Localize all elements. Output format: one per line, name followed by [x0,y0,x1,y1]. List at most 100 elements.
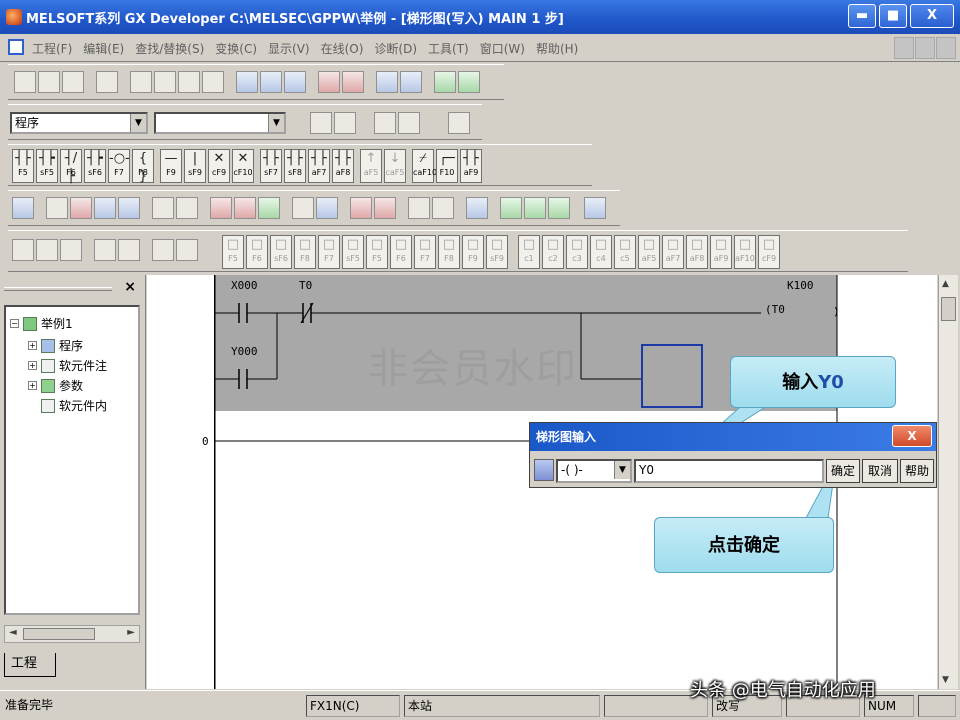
parameter-check-icon[interactable] [434,71,456,93]
program-check-icon[interactable] [458,71,480,93]
scroll-down-icon[interactable]: ▼ [942,675,949,685]
sfc-key-button-f9[interactable]: □ F9 [462,235,484,269]
convert-online-icon[interactable] [258,197,280,219]
sfc-step-icon[interactable] [500,197,522,219]
ladder-mode-icon[interactable] [12,197,34,219]
menu-tools[interactable]: 工具(T) [428,40,469,57]
fkey-button-af8[interactable]: ┤├ aF8 [332,149,354,183]
fkey-button-f6[interactable]: ┤/├ F6 [60,149,82,184]
sfc-key-button-f8[interactable]: □ F8 [294,235,316,269]
sfc-key-button-sf9[interactable]: □ sF9 [486,235,508,269]
fkey-button-sf6[interactable]: ┤┝ sF6 [84,149,106,183]
alias-display-icon[interactable] [176,197,198,219]
scroll-thumb[interactable] [23,628,95,640]
sfc-layout-icon[interactable] [152,239,174,261]
mdi-close-button[interactable] [936,37,956,59]
monitor-write-icon[interactable] [400,71,422,93]
sfc-key-button-af7[interactable]: □ aF7 [662,235,684,269]
mdi-minimize-button[interactable] [894,37,914,59]
sfc-key-button-c1[interactable]: □ c1 [518,235,540,269]
menu-edit[interactable]: 编辑(E) [83,40,124,57]
fkey-button-f9[interactable]: — F9 [160,149,182,183]
sfc-key-button-c3[interactable]: □ c3 [566,235,588,269]
sfc-key-button-c4[interactable]: □ c4 [590,235,612,269]
convert-all-icon[interactable] [234,197,256,219]
maximize-button[interactable]: ■ [879,4,907,28]
fkey-button-af5[interactable]: ↑ aF5 [360,149,382,183]
fkey-button-f7[interactable]: -○- F7 [108,149,130,183]
fkey-button-sf7[interactable]: ┤├ sF7 [260,149,282,183]
paste-icon[interactable] [178,71,200,93]
comment-icon[interactable] [374,112,396,134]
menu-diagnostics[interactable]: 诊断(D) [374,40,417,57]
fkey-button-cf10[interactable]: ✕ cF10 [232,149,254,183]
sfc-key-button-af5[interactable]: □ aF5 [638,235,660,269]
convert-icon[interactable] [210,197,232,219]
read-plc-icon[interactable] [342,71,364,93]
sfc-transition-icon[interactable] [524,197,546,219]
sfc-key-button-c2[interactable]: □ c2 [542,235,564,269]
sfc-jump-icon[interactable] [548,197,570,219]
sfc-grid-icon[interactable] [60,239,82,261]
sfc-key-button-af8[interactable]: □ aF8 [686,235,708,269]
sfc-sort-icon[interactable] [94,239,116,261]
sfc-table-icon[interactable] [118,239,140,261]
fkey-button-f8[interactable]: { } F8 [132,149,154,184]
cut-icon[interactable] [130,71,152,93]
minimize-button[interactable]: ▬ [848,4,876,28]
tree-horizontal-scrollbar[interactable]: ◄ ► [4,625,140,643]
note-icon[interactable] [448,112,470,134]
sfc-key-button-sf5[interactable]: □ sF5 [342,235,364,269]
zoom-in-icon[interactable] [432,197,454,219]
tree-item-parameter[interactable]: + 参数 [28,377,83,394]
sfc-key-button-f7[interactable]: □ F7 [318,235,340,269]
zoom-out-icon[interactable] [408,197,430,219]
print-icon[interactable] [96,71,118,93]
help-button[interactable]: 帮助 [900,459,934,483]
open-file-icon[interactable] [38,71,60,93]
chevron-down-icon[interactable]: ▼ [130,114,146,132]
fkey-button-caf5[interactable]: ↓ caF5 [384,149,406,183]
panel-close-icon[interactable]: × [124,279,136,295]
menu-view[interactable]: 显示(V) [268,40,310,57]
sfc-block-icon[interactable] [12,239,34,261]
search-icon[interactable] [466,197,488,219]
mdi-restore-button[interactable] [915,37,935,59]
menu-convert[interactable]: 变换(C) [215,40,257,57]
expand-icon[interactable]: + [28,381,37,390]
expand-icon[interactable]: + [28,361,37,370]
sfc-key-button-f8[interactable]: □ F8 [438,235,460,269]
list-mode-icon[interactable] [46,197,68,219]
sfc-key-button-f6[interactable]: □ F6 [390,235,412,269]
fkey-button-sf5[interactable]: ┤┝ sF5 [36,149,58,183]
undo-icon[interactable] [202,71,224,93]
data-name-select[interactable]: ▼ [154,112,286,134]
partial-run-icon[interactable] [374,197,396,219]
tree-item-device-comment[interactable]: + 软元件注 [28,357,107,374]
fkey-button-sf9[interactable]: | sF9 [184,149,206,183]
cancel-button[interactable]: 取消 [862,459,898,483]
fkey-button-f5[interactable]: ┤├ F5 [12,149,34,183]
fkey-button-caf10[interactable]: ⌿ caF10 [412,149,437,183]
sfc-key-button-f6[interactable]: □ F6 [246,235,268,269]
search-step-icon[interactable] [284,71,306,93]
menu-find-replace[interactable]: 查找/替换(S) [135,40,204,57]
sfc-key-button-cf9[interactable]: □ cF9 [758,235,780,269]
ok-button[interactable]: 确定 [826,459,860,483]
sfc-key-button-sf6[interactable]: □ sF6 [270,235,292,269]
fkey-button-f10[interactable]: ┌─ F10 [436,149,458,183]
sfc-key-button-f7[interactable]: □ F7 [414,235,436,269]
menu-window[interactable]: 窗口(W) [480,40,525,57]
comment-display-icon[interactable] [152,197,174,219]
program-list-icon[interactable] [310,112,332,134]
statement-icon[interactable] [398,112,420,134]
collapse-icon[interactable]: − [10,319,19,328]
monitor-icon[interactable] [376,71,398,93]
fkey-button-af9[interactable]: ┤├ aF9 [460,149,482,183]
close-button[interactable]: X [910,4,954,28]
copy-icon[interactable] [154,71,176,93]
scroll-right-icon[interactable]: ► [127,627,135,638]
project-tree-icon[interactable] [334,112,356,134]
chevron-down-icon[interactable]: ▼ [614,461,630,479]
fkey-button-sf8[interactable]: ┤├ sF8 [284,149,306,183]
